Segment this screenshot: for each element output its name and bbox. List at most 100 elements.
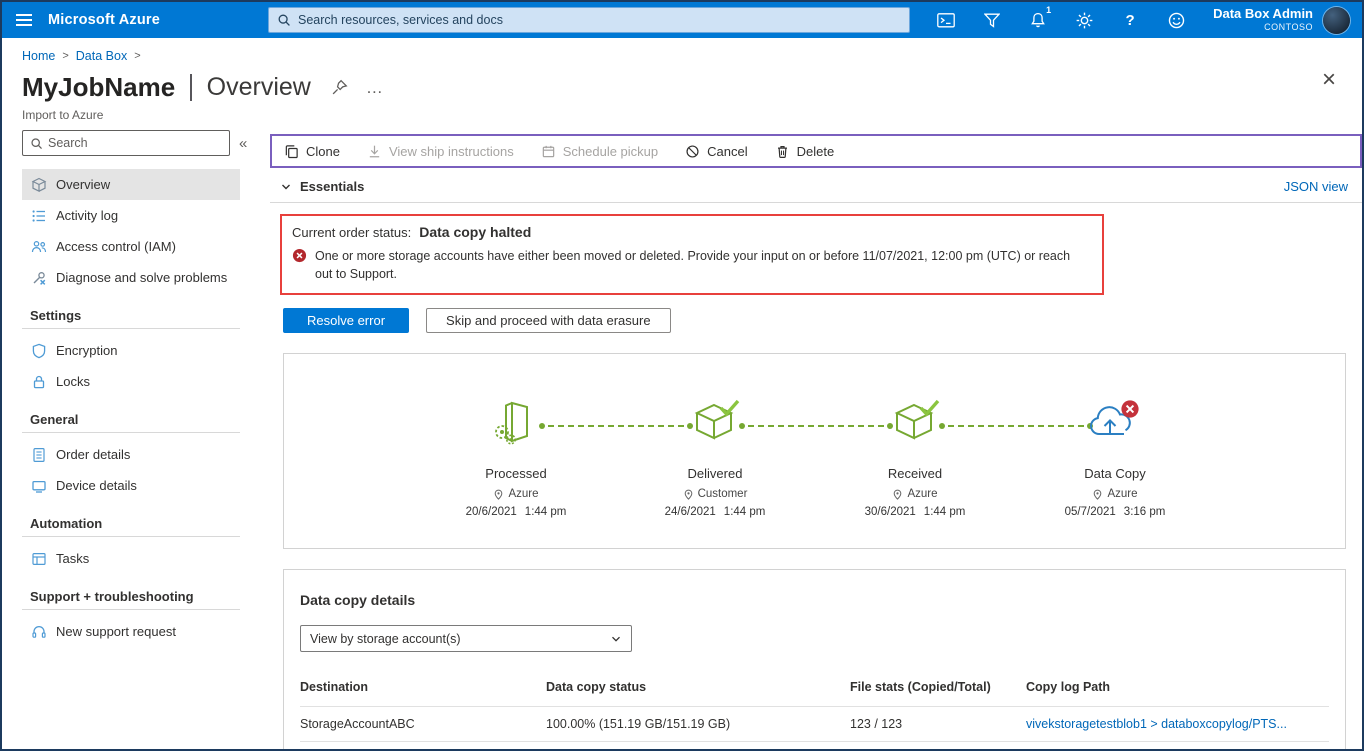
trash-icon: [775, 144, 790, 159]
sidebar-section-settings: Settings: [30, 308, 240, 323]
sidebar-item-activity-log[interactable]: Activity log: [22, 200, 240, 231]
essentials-divider: [270, 202, 1362, 203]
clone-icon: [284, 144, 299, 159]
support-headset-icon: [30, 623, 47, 640]
more-options-icon[interactable]: …: [366, 78, 384, 98]
sidebar-item-new-support-request[interactable]: New support request: [22, 616, 240, 647]
stage-processed: Processed Azure 20/6/20211:44 pm: [431, 396, 601, 518]
cell-copy-log-link[interactable]: vivekstoragetestblob1 > databoxcopylog/P…: [1026, 717, 1329, 731]
data-copy-table: Destination Data copy status File stats …: [300, 676, 1329, 751]
hamburger-menu-icon[interactable]: [16, 14, 32, 26]
download-icon: [367, 144, 382, 159]
location-pin-icon: [683, 489, 694, 500]
sidebar-item-access-control[interactable]: Access control (IAM): [22, 231, 240, 262]
global-search[interactable]: [268, 7, 910, 33]
resolve-error-button[interactable]: Resolve error: [283, 308, 409, 333]
title-separator: [190, 74, 192, 101]
settings-gear-icon[interactable]: [1061, 2, 1107, 38]
azure-brand[interactable]: Microsoft Azure: [48, 12, 160, 28]
account-menu[interactable]: Data Box Admin CONTOSO: [1213, 7, 1313, 32]
stage-date: 24/6/2021: [665, 506, 716, 518]
global-search-input[interactable]: [298, 13, 901, 27]
view-by-dropdown[interactable]: View by storage account(s): [300, 625, 632, 652]
command-label: Cancel: [707, 144, 747, 159]
avatar[interactable]: [1323, 7, 1350, 34]
page-title: MyJobName: [22, 72, 175, 103]
skip-data-erasure-button[interactable]: Skip and proceed with data erasure: [426, 308, 671, 333]
stage-data-copy: Data Copy Azure 05/7/20213:16 pm: [1030, 396, 1200, 518]
delete-button[interactable]: Delete: [775, 144, 835, 159]
json-view-link[interactable]: JSON view: [1284, 179, 1348, 194]
chevron-down-icon[interactable]: [280, 181, 292, 193]
sidebar-divider: [22, 432, 240, 433]
command-label: Schedule pickup: [563, 144, 658, 159]
view-ship-instructions-button: View ship instructions: [367, 144, 514, 159]
search-icon: [277, 13, 291, 27]
page-header: Home > Data Box > MyJobName Overview … ×…: [2, 38, 1362, 122]
essentials-header: Essentials JSON view: [270, 179, 1362, 202]
page-section-title: Overview: [207, 73, 311, 102]
stage-date: 20/6/2021: [466, 506, 517, 518]
notifications-bell-icon[interactable]: 1: [1015, 2, 1061, 38]
help-icon[interactable]: ?: [1107, 2, 1153, 38]
stage-location: Azure: [907, 488, 937, 500]
col-data-copy-status: Data copy status: [546, 680, 850, 694]
sidebar-item-diagnose[interactable]: Diagnose and solve problems: [22, 262, 240, 293]
breadcrumb-data-box[interactable]: Data Box: [76, 49, 127, 63]
stage-location: Azure: [508, 488, 538, 500]
chevron-down-icon: [610, 633, 622, 645]
sidebar-item-locks[interactable]: Locks: [22, 366, 240, 397]
stage-name: Received: [830, 466, 1000, 481]
cell-destination: StorageAccountABC: [300, 717, 546, 731]
order-progress-card: Processed Azure 20/6/20211:44 pm Deliver…: [283, 353, 1346, 549]
sidebar-item-label: Locks: [56, 374, 90, 389]
error-icon: [292, 248, 307, 263]
breadcrumb-home[interactable]: Home: [22, 49, 55, 63]
cloud-shell-icon[interactable]: [923, 2, 969, 38]
resource-menu: « Overview Activity log Access control (…: [2, 130, 270, 751]
clone-button[interactable]: Clone: [284, 144, 340, 159]
sidebar-item-label: New support request: [56, 624, 176, 639]
command-bar: Clone View ship instructions Schedule pi…: [270, 134, 1362, 168]
command-label: View ship instructions: [389, 144, 514, 159]
feedback-smiley-icon[interactable]: [1153, 2, 1199, 38]
stage-received: Received Azure 30/6/20211:44 pm: [830, 396, 1000, 518]
sidebar-item-encryption[interactable]: Encryption: [22, 335, 240, 366]
stage-location: Azure: [1107, 488, 1137, 500]
sidebar-item-label: Encryption: [56, 343, 117, 358]
received-icon: [830, 396, 1000, 454]
activity-log-icon: [30, 207, 47, 224]
schedule-pickup-icon: [541, 144, 556, 159]
stage-location: Customer: [698, 488, 748, 500]
sidebar-divider: [22, 328, 240, 329]
directory-filter-icon[interactable]: [969, 2, 1015, 38]
table-header-row: Destination Data copy status File stats …: [300, 676, 1329, 707]
close-icon[interactable]: ×: [1322, 68, 1336, 92]
order-status-label: Current order status:: [292, 225, 411, 240]
order-status-value: Data copy halted: [419, 224, 531, 240]
account-tenant: CONTOSO: [1213, 22, 1313, 32]
sidebar-item-label: Activity log: [56, 208, 118, 223]
sidebar-item-tasks[interactable]: Tasks: [22, 543, 240, 574]
diagnose-icon: [30, 269, 47, 286]
sidebar-item-label: Order details: [56, 447, 130, 462]
sidebar-divider: [22, 536, 240, 537]
sidebar-item-order-details[interactable]: Order details: [22, 439, 240, 470]
sidebar-search[interactable]: [22, 130, 230, 156]
sidebar-item-label: Access control (IAM): [56, 239, 176, 254]
sidebar-item-label: Device details: [56, 478, 137, 493]
search-icon: [30, 137, 43, 150]
schedule-pickup-button: Schedule pickup: [541, 144, 658, 159]
collapse-menu-icon[interactable]: «: [239, 135, 247, 152]
pin-icon[interactable]: [331, 79, 348, 96]
col-copy-log-path: Copy log Path: [1026, 680, 1329, 694]
essentials-label[interactable]: Essentials: [300, 179, 364, 194]
cancel-button[interactable]: Cancel: [685, 144, 747, 159]
breadcrumb-separator: >: [62, 50, 68, 62]
sidebar-item-overview[interactable]: Overview: [22, 169, 240, 200]
sidebar-search-input[interactable]: [48, 136, 222, 150]
sidebar-item-device-details[interactable]: Device details: [22, 470, 240, 501]
stage-date: 05/7/2021: [1065, 506, 1116, 518]
overview-icon: [30, 176, 47, 193]
sidebar-item-label: Tasks: [56, 551, 89, 566]
